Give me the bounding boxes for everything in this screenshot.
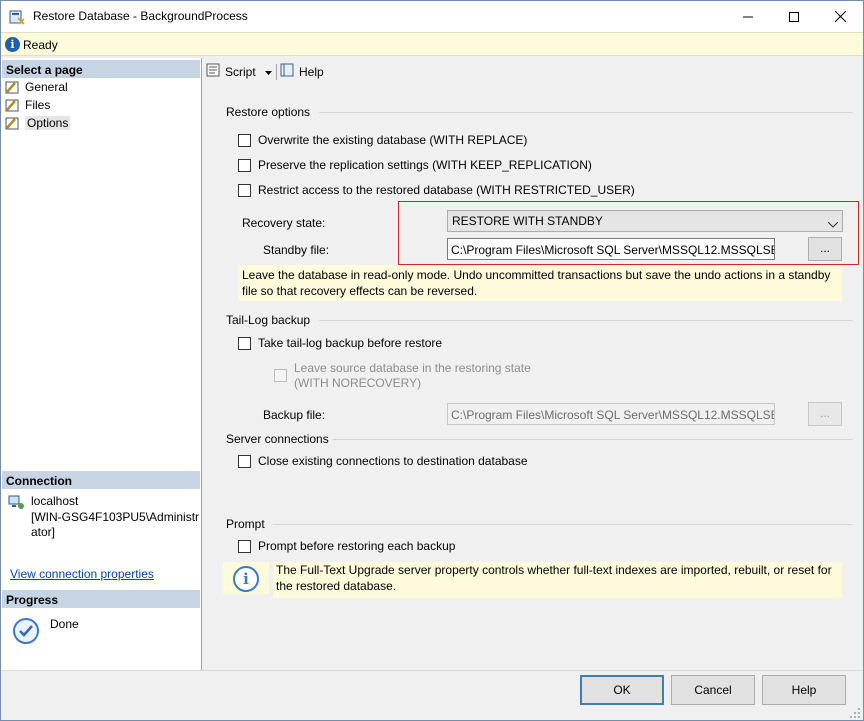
wrench-page-icon xyxy=(5,116,21,130)
toolbar-separator xyxy=(276,64,277,80)
left-panel: Select a page General Files Options Conn… xyxy=(1,58,202,670)
page-item-options[interactable]: Options xyxy=(5,114,71,132)
server-connections-header: Server connections xyxy=(226,432,329,446)
progress-header: Progress xyxy=(2,590,200,608)
help-label: Help xyxy=(299,64,324,79)
restore-database-window: Restore Database - BackgroundProcess i R… xyxy=(0,0,864,721)
script-icon xyxy=(206,63,222,80)
cancel-button[interactable]: Cancel xyxy=(671,675,755,705)
checkbox-box[interactable] xyxy=(238,133,251,147)
standby-file-label: Standby file: xyxy=(263,243,330,257)
minimize-icon xyxy=(743,16,753,17)
preserve-replication-checkbox[interactable]: Preserve the replication settings (WITH … xyxy=(238,158,592,172)
leave-source-line1: Leave source database in the restoring s… xyxy=(294,361,531,375)
help-toolbar-button[interactable]: Help xyxy=(280,63,324,80)
recovery-state-label: Recovery state: xyxy=(242,216,326,230)
connection-header: Connection xyxy=(2,471,200,489)
checkbox-box[interactable] xyxy=(238,183,251,197)
leave-source-line2: (WITH NORECOVERY) xyxy=(294,376,422,390)
backup-browse-button[interactable]: ... xyxy=(808,402,842,426)
help-button[interactable]: Help xyxy=(762,675,846,705)
select-page-header: Select a page xyxy=(2,60,200,78)
group-divider xyxy=(319,112,853,113)
close-connections-label: Close existing connections to destinatio… xyxy=(258,454,528,468)
status-text: Ready xyxy=(23,38,58,52)
ok-button[interactable]: OK xyxy=(580,675,664,705)
wrench-page-icon xyxy=(5,80,21,94)
close-connections-checkbox[interactable]: Close existing connections to destinatio… xyxy=(238,454,528,468)
resize-grip-icon[interactable] xyxy=(849,707,861,719)
database-app-icon xyxy=(9,9,25,25)
leave-source-checkbox[interactable]: Leave source database in the restoring s… xyxy=(274,361,531,391)
checkbox-box[interactable] xyxy=(274,369,287,382)
restore-options-header: Restore options xyxy=(226,105,311,119)
toolbar: Script Help xyxy=(203,58,861,84)
page-label: Files xyxy=(25,98,51,112)
maximize-button[interactable] xyxy=(771,1,817,32)
take-tail-log-label: Take tail-log backup before restore xyxy=(258,336,443,350)
fulltext-info-note: The Full-Text Upgrade server property co… xyxy=(273,562,842,598)
connection-user: [WIN-GSG4F103PU5\Administrator] xyxy=(31,510,200,539)
script-label: Script xyxy=(225,64,256,79)
group-divider xyxy=(319,320,853,321)
progress-status: Done xyxy=(50,617,79,631)
checkbox-box[interactable] xyxy=(238,158,251,172)
prompt-before-checkbox[interactable]: Prompt before restoring each backup xyxy=(238,539,455,553)
highlight-frame xyxy=(398,201,859,265)
connection-server: localhost xyxy=(31,494,79,508)
wrench-page-icon xyxy=(5,98,21,112)
preserve-label: Preserve the replication settings (WITH … xyxy=(258,158,592,172)
window-title: Restore Database - BackgroundProcess xyxy=(33,9,248,23)
prompt-header: Prompt xyxy=(226,517,265,531)
overwrite-checkbox[interactable]: Overwrite the existing database (WITH RE… xyxy=(238,133,527,147)
checkbox-box[interactable] xyxy=(238,336,251,350)
backup-file-input[interactable]: C:\Program Files\Microsoft SQL Server\MS… xyxy=(447,403,775,425)
chevron-down-icon[interactable] xyxy=(264,65,272,79)
help-book-icon xyxy=(280,63,296,80)
checkbox-box[interactable] xyxy=(238,539,251,553)
vertical-scrollbar[interactable] xyxy=(857,58,863,670)
page-item-files[interactable]: Files xyxy=(5,96,50,114)
backup-file-label: Backup file: xyxy=(263,408,326,422)
info-icon: i xyxy=(5,37,20,52)
status-bar: i Ready xyxy=(1,32,863,56)
restrict-label: Restrict access to the restored database… xyxy=(258,183,635,197)
page-label: General xyxy=(25,80,68,94)
title-bar: Restore Database - BackgroundProcess xyxy=(1,1,863,32)
maximize-icon xyxy=(789,11,799,22)
close-icon xyxy=(834,11,846,22)
checkbox-box[interactable] xyxy=(238,454,251,468)
group-divider xyxy=(333,439,853,440)
server-icon xyxy=(8,494,24,510)
recovery-note: Leave the database in read-only mode. Un… xyxy=(239,265,842,301)
script-button[interactable]: Script xyxy=(206,63,272,80)
prompt-before-label: Prompt before restoring each backup xyxy=(258,539,456,553)
minimize-button[interactable] xyxy=(725,1,771,32)
overwrite-label: Overwrite the existing database (WITH RE… xyxy=(258,133,528,147)
leave-source-label: Leave source database in the restoring s… xyxy=(294,361,531,391)
tail-log-header: Tail-Log backup xyxy=(226,313,311,327)
info-icon: i xyxy=(233,566,259,592)
close-button[interactable] xyxy=(817,1,863,32)
take-tail-log-checkbox[interactable]: Take tail-log backup before restore xyxy=(238,336,442,350)
page-item-general[interactable]: General xyxy=(5,78,68,96)
group-divider xyxy=(273,524,853,525)
checkmark-icon xyxy=(13,618,39,644)
view-connection-properties-link[interactable]: View connection properties xyxy=(10,567,154,581)
restrict-access-checkbox[interactable]: Restrict access to the restored database… xyxy=(238,183,635,197)
page-label: Options xyxy=(25,116,71,130)
